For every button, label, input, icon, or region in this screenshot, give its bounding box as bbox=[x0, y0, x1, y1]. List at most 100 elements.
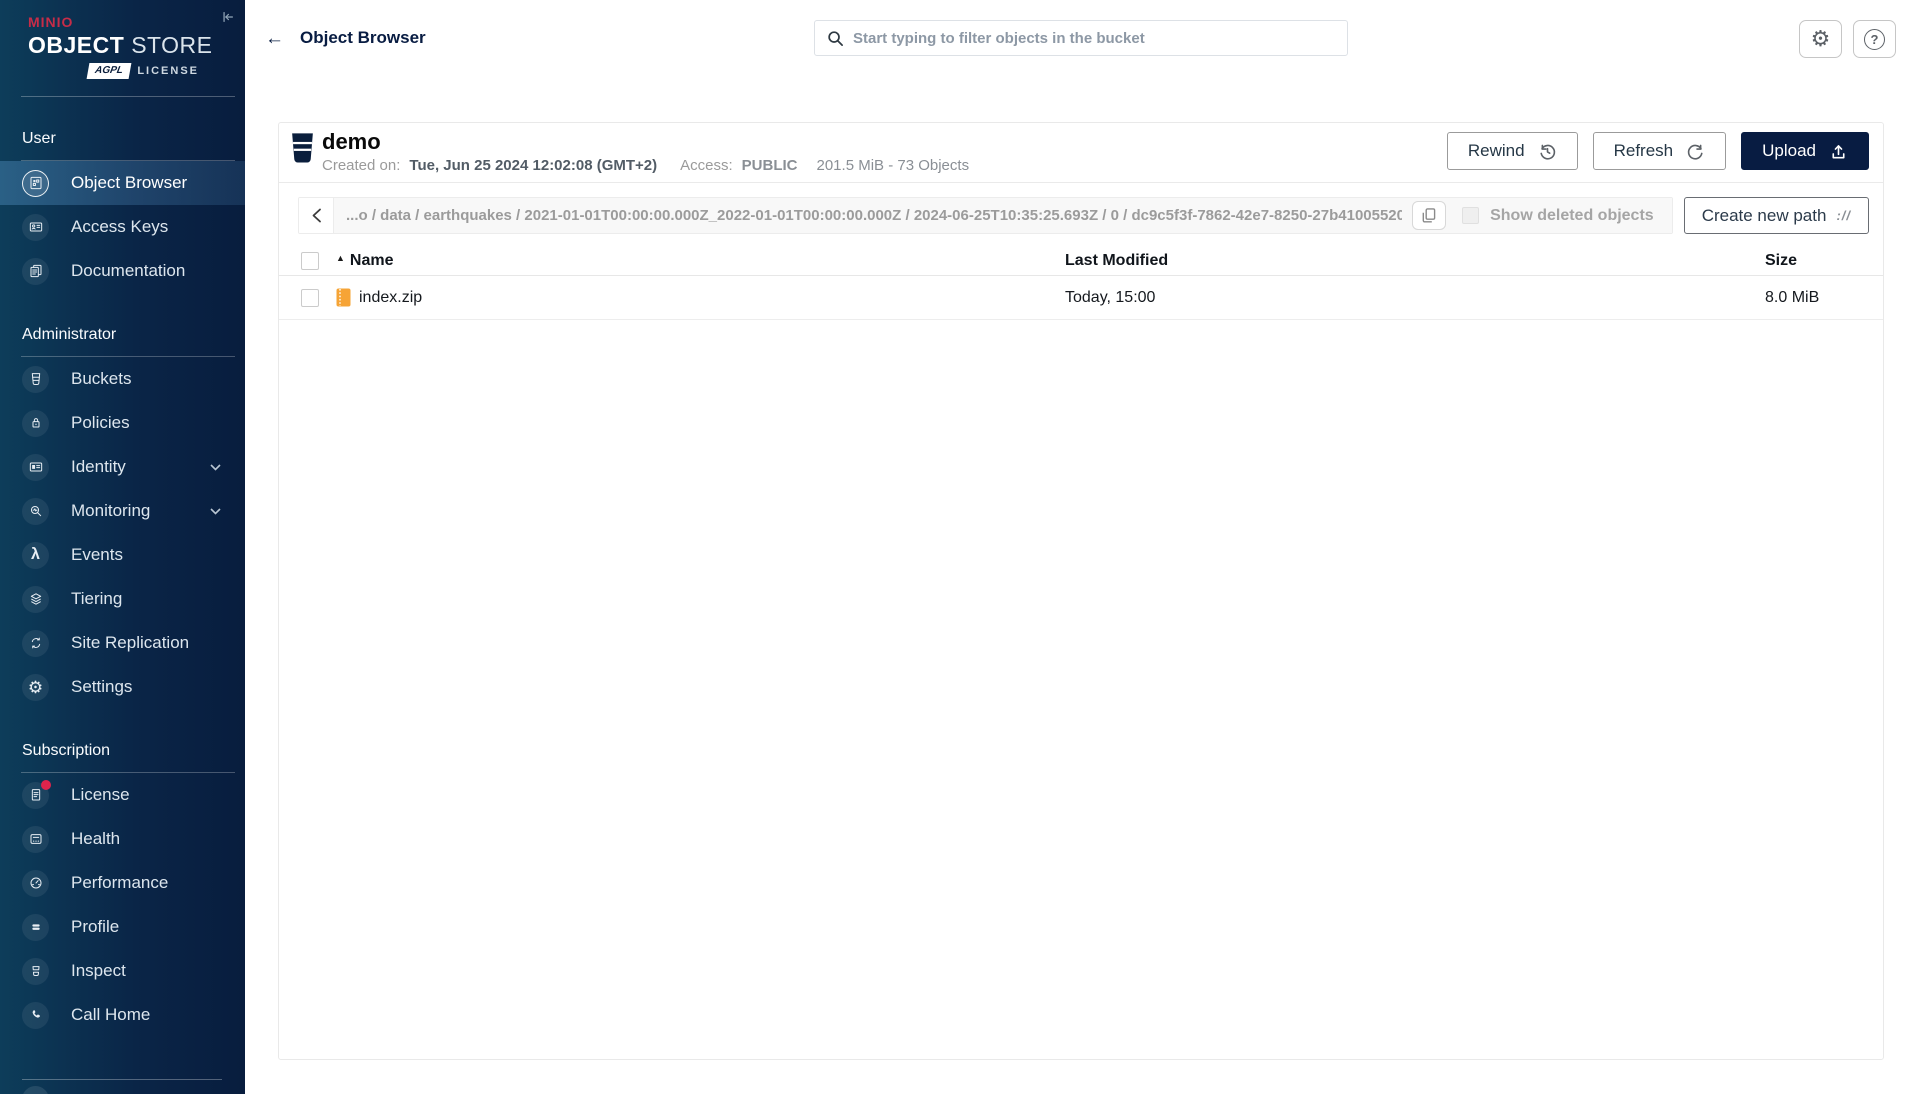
sidebar-item-tiering[interactable]: Tiering bbox=[0, 577, 245, 621]
sidebar-item-site-replication[interactable]: Site Replication bbox=[0, 621, 245, 665]
sidebar-item-label: Monitoring bbox=[71, 501, 151, 520]
profile-icon bbox=[22, 913, 49, 941]
gear-icon: ⚙ bbox=[1810, 26, 1831, 51]
table-header: ▲ Name Last Modified Size bbox=[279, 246, 1883, 276]
create-new-path-button[interactable]: Create new path :// bbox=[1683, 197, 1869, 234]
create-path-label: Create new path bbox=[1701, 205, 1827, 225]
show-deleted-group: Show deleted objects bbox=[1462, 207, 1662, 225]
object-browser-icon bbox=[22, 169, 49, 197]
sidebar-item-policies[interactable]: Policies bbox=[0, 401, 245, 445]
bucket-name: demo bbox=[322, 129, 381, 154]
size-column-header[interactable]: Size bbox=[1765, 252, 1885, 270]
page-title: Object Browser bbox=[300, 28, 426, 47]
sidebar-item-label: Buckets bbox=[71, 369, 132, 388]
back-arrow-icon[interactable]: ← bbox=[265, 29, 284, 48]
sidebar-item-label: Policies bbox=[71, 413, 130, 432]
upload-label: Upload bbox=[1762, 141, 1816, 160]
path-back-button[interactable] bbox=[299, 198, 334, 233]
policies-icon bbox=[22, 409, 49, 437]
object-name-cell[interactable]: index.zip bbox=[336, 288, 1065, 307]
sidebar-item-documentation[interactable]: Documentation bbox=[0, 249, 245, 293]
upload-button[interactable]: Upload bbox=[1741, 132, 1869, 170]
sidebar-item-label: Object Browser bbox=[71, 173, 188, 192]
show-deleted-checkbox bbox=[1462, 207, 1480, 224]
chevron-down-icon bbox=[210, 464, 221, 471]
bucket-usage: 201.5 MiB - 73 Objects bbox=[816, 157, 970, 174]
page-title-group[interactable]: ← Object Browser bbox=[265, 28, 426, 48]
settings-button[interactable]: ⚙ bbox=[1799, 20, 1842, 58]
sidebar-item-label: License bbox=[71, 785, 130, 804]
path-body: ...o / data / earthquakes / 2021-01-01T0… bbox=[334, 198, 1672, 233]
sidebar-item-label: Settings bbox=[71, 677, 133, 696]
sidebar-item-buckets[interactable]: Buckets bbox=[0, 357, 245, 401]
performance-gauge-icon bbox=[22, 869, 49, 897]
sidebar-section-subscription: Subscription bbox=[22, 742, 111, 759]
object-modified: Today, 15:00 bbox=[1065, 288, 1156, 306]
sidebar-item-label: Tiering bbox=[71, 589, 123, 608]
sidebar-item-profile[interactable]: Profile bbox=[0, 905, 245, 949]
sidebar-item-access-keys[interactable]: Access Keys bbox=[0, 205, 245, 249]
sidebar-item-events[interactable]: λ Events bbox=[0, 533, 245, 577]
refresh-label: Refresh bbox=[1613, 141, 1674, 160]
upload-icon bbox=[1832, 144, 1845, 158]
name-header-label: Name bbox=[349, 251, 394, 269]
sidebar-item-object-browser[interactable]: Object Browser bbox=[0, 161, 245, 205]
name-column-header[interactable]: ▲ Name bbox=[336, 252, 1065, 270]
logo-divider bbox=[21, 96, 235, 97]
help-button[interactable]: ? bbox=[1853, 20, 1896, 58]
rewind-button[interactable]: Rewind bbox=[1446, 132, 1578, 170]
sidebar-collapse-icon[interactable] bbox=[219, 8, 237, 26]
refresh-button[interactable]: Refresh bbox=[1592, 132, 1727, 170]
row-checkbox[interactable] bbox=[301, 288, 319, 307]
access-value: PUBLIC bbox=[741, 157, 798, 174]
license-row: AGPL LICENSE bbox=[28, 63, 235, 79]
select-all-checkbox[interactable] bbox=[301, 251, 319, 270]
modified-column-header[interactable]: Last Modified bbox=[1065, 252, 1765, 270]
bucket-meta: Created on: Tue, Jun 25 2024 12:02:08 (G… bbox=[322, 157, 969, 174]
buckets-icon bbox=[22, 365, 49, 393]
sidebar-item-inspect[interactable]: Inspect bbox=[0, 949, 245, 993]
object-name: index.zip bbox=[359, 288, 423, 306]
sidebar-item-license[interactable]: License bbox=[0, 773, 245, 817]
sidebar-item-performance[interactable]: Performance bbox=[0, 861, 245, 905]
sidebar-item-settings[interactable]: ⚙ Settings bbox=[0, 665, 245, 709]
copy-path-button[interactable] bbox=[1412, 201, 1447, 230]
product-name-light: STORE bbox=[131, 32, 213, 58]
license-icon bbox=[22, 779, 51, 809]
license-label: LICENSE bbox=[137, 65, 199, 77]
access-label: Access: bbox=[680, 157, 733, 174]
path-bar: ...o / data / earthquakes / 2021-01-01T0… bbox=[298, 197, 1673, 234]
header-buttons: ⚙ ? bbox=[1799, 20, 1896, 58]
sort-asc-icon: ▲ bbox=[336, 252, 345, 263]
breadcrumb[interactable]: ...o / data / earthquakes / 2021-01-01T0… bbox=[346, 207, 1402, 224]
sidebar-item-identity[interactable]: Identity bbox=[0, 445, 245, 489]
path-toolbar: ...o / data / earthquakes / 2021-01-01T0… bbox=[298, 197, 1869, 234]
bucket-icon bbox=[292, 133, 313, 163]
product-name-bold: OBJECT bbox=[28, 32, 125, 58]
sidebar-item-call-home[interactable]: Call Home bbox=[0, 993, 245, 1037]
created-label: Created on: bbox=[322, 157, 401, 174]
sidebar-item-label: Profile bbox=[71, 917, 120, 936]
top-header: ← Object Browser ⚙ ? bbox=[245, 0, 1914, 80]
search-icon bbox=[828, 30, 843, 46]
sidebar-item-health[interactable]: Health bbox=[0, 817, 245, 861]
object-size: 8.0 MiB bbox=[1765, 288, 1820, 306]
sidebar-item-label: Documentation bbox=[71, 261, 186, 280]
created-value: Tue, Jun 25 2024 12:02:08 (GMT+2) bbox=[409, 157, 658, 174]
rewind-label: Rewind bbox=[1467, 141, 1525, 160]
sidebar-item-monitoring[interactable]: Monitoring bbox=[0, 489, 245, 533]
table-row[interactable]: index.zip Today, 15:00 8.0 MiB bbox=[279, 276, 1883, 320]
bucket-title-block: demo Created on: Tue, Jun 25 2024 12:02:… bbox=[322, 129, 969, 175]
minio-wordmark: MINIO bbox=[28, 14, 74, 30]
search-input[interactable] bbox=[853, 29, 1335, 47]
sidebar-item-label: Health bbox=[71, 829, 121, 848]
inspect-icon bbox=[22, 957, 49, 985]
copy-icon bbox=[1422, 208, 1436, 223]
sidebar-item-label: Site Replication bbox=[71, 633, 190, 652]
sidebar-item-label: Performance bbox=[71, 873, 169, 892]
documentation-icon bbox=[22, 257, 49, 285]
phone-icon bbox=[22, 1001, 49, 1029]
rewind-icon bbox=[1540, 144, 1555, 160]
sidebar-item-label: Identity bbox=[71, 457, 126, 476]
sidebar-section-user: User bbox=[22, 130, 56, 147]
